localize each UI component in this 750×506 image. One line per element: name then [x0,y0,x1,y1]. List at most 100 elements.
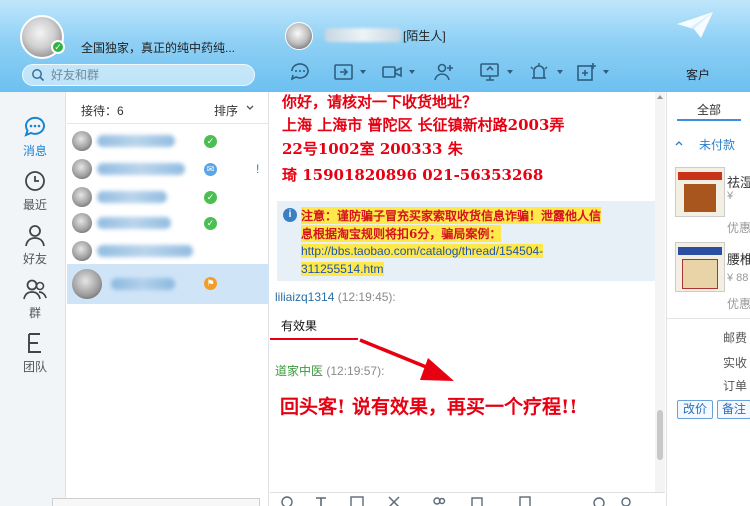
status-ok-icon: ✓ [204,217,217,230]
contact-name-redacted [97,163,185,175]
contact-avatar [72,187,92,207]
product-box [684,184,716,212]
nav-item-messages[interactable]: 消息 [0,114,66,170]
share-screen-icon[interactable] [333,62,359,84]
app-icon[interactable] [528,62,554,84]
product-label-band [678,247,722,255]
product-discount: 优惠 [727,221,750,235]
contact-row[interactable]: ✓ [67,184,269,211]
product-discount: 优惠 [727,297,750,311]
nav-item-team[interactable]: 团队 [0,330,66,386]
share-screen-caret-icon[interactable] [360,70,366,74]
input-toolbar [270,492,665,506]
search-icon [32,69,45,82]
image-icon[interactable] [350,496,364,506]
tab-customer[interactable]: 客户 [686,66,710,83]
annotation-arrow-icon [359,338,454,381]
nav-label: 好友 [22,252,47,266]
contact-name-redacted [97,135,175,147]
group-file-icon[interactable] [432,496,446,506]
shipping-fee-label: 邮费 [723,331,748,345]
scroll-thumb[interactable] [657,410,663,460]
contact-avatar [72,269,102,299]
chat-plus-icon[interactable] [289,62,315,84]
search-history-icon[interactable] [620,496,634,506]
left-nav: 消息 最近 好友 群 团队 [0,92,66,506]
nav-label: 最近 [22,198,47,212]
emoji-icon[interactable] [280,496,294,506]
modify-price-button[interactable]: 改价 [677,400,713,419]
clock-icon [25,171,45,191]
search-input[interactable] [51,67,241,83]
chevron-down-icon[interactable] [246,104,254,112]
nav-item-friends[interactable]: 好友 [0,222,66,278]
product-price: ¥ [727,190,734,202]
chat-scrollbar[interactable] [655,92,665,492]
font-icon[interactable] [314,496,328,506]
unpaid-label: 未付款 [699,138,736,152]
warning-text: 息根据淘宝规则将扣6分，骗局案例： [301,225,502,242]
address-message-line: 上海 上海市 普陀区 长征镇新村路2003弄 [282,116,565,134]
reception-count: 接待：6 [81,104,124,118]
add-note-button[interactable]: 备注 [717,400,750,419]
product-thumbnail[interactable] [675,167,725,217]
address-message-line: 琦 15901820896 021-56353268 [282,166,544,184]
shake-icon[interactable] [470,496,484,506]
product-title[interactable]: 祛湿 [727,172,750,191]
tooltip-fragment [52,498,260,506]
product-price: ¥ 88 [727,272,749,284]
nav-label: 群 [28,306,41,320]
chat-transcript: 你好，请核对一下收货地址？ 上海 上海市 普陀区 长征镇新村路2003弄 22号… [270,92,665,492]
info-icon: i [283,208,297,222]
customer-panel: 全部 未付款 祛湿 ¥ 优惠 腰椎 ¥ 88 优惠 邮费 实收 订单 改价 备注 [666,92,750,506]
chat-partner-tag: [陌生人] [403,29,446,43]
remote-assist-caret-icon[interactable] [507,70,513,74]
message-sender: liliaizq1314 (12:19:45): [275,290,396,304]
fraud-warning-notice: i 注意：谨防骗子冒充买家索取收货信息诈骗！泄露他人信 息根据淘宝规则将扣6分，… [277,201,655,281]
address-message-line: 你好，请核对一下收货地址？ [282,93,478,111]
contact-row-selected[interactable]: ⚑ [67,264,269,304]
file-icon[interactable] [518,496,532,506]
status-mail-icon: ✉ [204,163,217,176]
product-title[interactable]: 腰椎 [727,249,750,268]
case-link[interactable]: 311255514.htm [301,262,384,276]
contact-list-header: 接待：6 排序 [67,92,269,124]
tab-all-orders[interactable]: 全部 [677,99,741,121]
contact-row[interactable]: ✉ ! [67,156,269,183]
add-member-icon[interactable] [433,62,459,84]
nav-item-groups[interactable]: 群 [0,276,66,332]
search-box[interactable] [22,64,255,86]
address-message-line: 22号1002室 200333 朱 [282,140,463,158]
contact-row[interactable]: ✓ [67,210,269,237]
unread-alert-icon: ! [256,162,260,176]
received-label: 实收 [723,356,748,370]
contact-name-redacted [97,191,167,203]
user-signature[interactable]: 全国独家，真正的纯中药纯... [81,39,235,56]
app-caret-icon[interactable] [557,70,563,74]
more-apps-icon[interactable] [576,62,602,84]
chat-partner-avatar[interactable] [285,22,313,50]
contact-row[interactable]: ✓ [67,128,269,155]
divider [667,318,750,319]
case-link[interactable]: http://bbs.taobao.com/catalog/thread/154… [301,244,544,258]
online-status-icon[interactable]: ✓ [51,40,65,54]
scroll-up-icon[interactable] [657,95,663,99]
video-icon[interactable] [381,62,407,84]
product-thumbnail[interactable] [675,242,725,292]
more-apps-caret-icon[interactable] [603,70,609,74]
history-icon[interactable] [592,496,606,506]
sender-name: 道家中医 [275,364,324,378]
annotation-callout: 回头客! 说有效果，再买一个疗程!! [280,396,578,418]
paper-plane-icon [677,12,713,38]
contact-name-redacted [111,278,175,290]
video-caret-icon[interactable] [409,70,415,74]
contact-avatar [72,131,92,151]
nav-item-recent[interactable]: 最近 [0,168,66,224]
screenshot-icon[interactable] [387,496,401,506]
product-box [682,259,718,289]
remote-assist-icon[interactable] [479,62,505,84]
annotation-underline [270,338,358,340]
contact-row[interactable] [67,238,269,265]
sort-button[interactable]: 排序 [214,102,238,119]
person-icon [25,225,45,247]
